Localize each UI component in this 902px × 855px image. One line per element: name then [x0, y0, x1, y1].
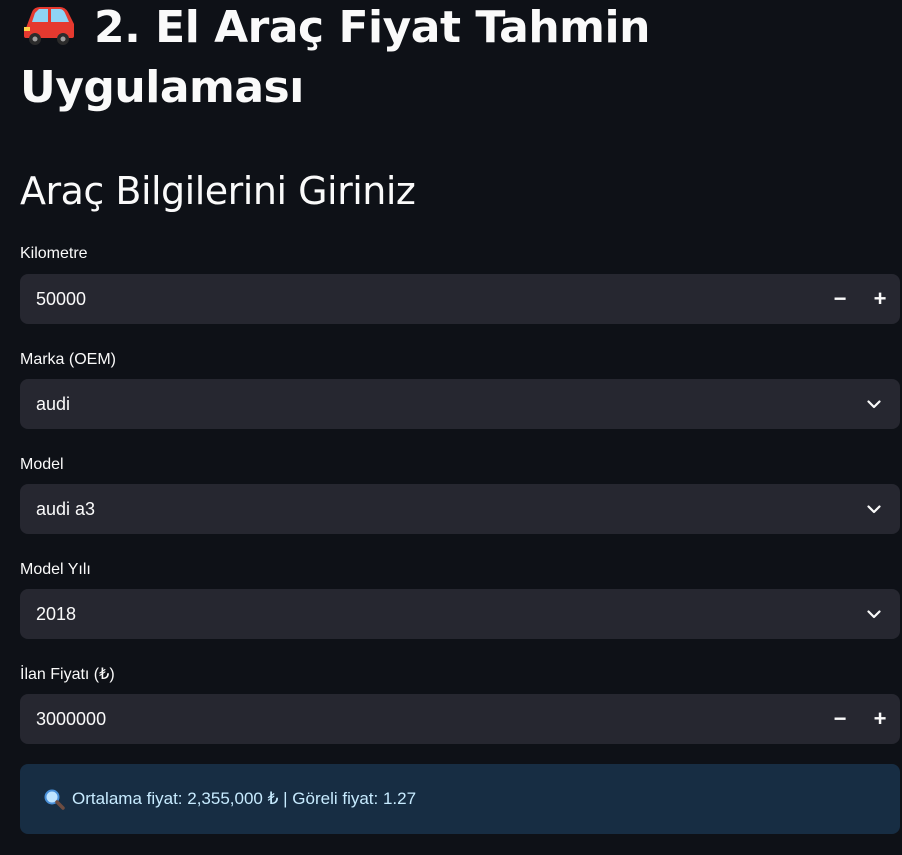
- marka-select[interactable]: audi: [20, 379, 900, 429]
- result-info-box: Ortalama fiyat: 2,355,000 ₺ | Göreli fiy…: [20, 764, 900, 834]
- model-selected-value[interactable]: audi a3: [20, 499, 854, 520]
- result-text: Ortalama fiyat: 2,355,000 ₺ | Göreli fiy…: [72, 789, 417, 808]
- kilometre-label: Kilometre: [20, 245, 88, 262]
- kilometre-value[interactable]: 50000: [20, 289, 820, 310]
- model-select[interactable]: audi a3: [20, 484, 900, 534]
- ilan-fiyati-decrement-button[interactable]: −: [820, 694, 860, 744]
- page-title-text: 2. El Araç Fiyat Tahmin Uygulaması: [20, 2, 650, 113]
- model-yili-selected-value[interactable]: 2018: [20, 604, 854, 625]
- magnifier-icon: [44, 789, 65, 810]
- kilometre-increment-button[interactable]: +: [860, 274, 900, 324]
- chevron-down-icon[interactable]: [854, 484, 894, 534]
- ilan-fiyati-increment-button[interactable]: +: [860, 694, 900, 744]
- model-yili-select[interactable]: 2018: [20, 589, 900, 639]
- car-icon: [24, 7, 74, 45]
- form-heading: Araç Bilgilerini Giriniz: [20, 169, 416, 213]
- model-label: Model: [20, 456, 64, 473]
- ilan-fiyati-value[interactable]: 3000000: [20, 709, 820, 730]
- chevron-down-icon[interactable]: [854, 379, 894, 429]
- kilometre-number-input[interactable]: 50000 − +: [20, 274, 900, 324]
- kilometre-decrement-button[interactable]: −: [820, 274, 860, 324]
- ilan-fiyati-number-input[interactable]: 3000000 − +: [20, 694, 900, 744]
- model-yili-label: Model Yılı: [20, 561, 91, 578]
- page-title: 2. El Araç Fiyat Tahmin Uygulaması: [20, 0, 720, 118]
- chevron-down-icon[interactable]: [854, 589, 894, 639]
- marka-label: Marka (OEM): [20, 351, 116, 368]
- marka-selected-value[interactable]: audi: [20, 394, 854, 415]
- ilan-fiyati-label: İlan Fiyatı (₺): [20, 666, 115, 683]
- app-page: 2. El Araç Fiyat Tahmin Uygulaması Araç …: [0, 0, 902, 855]
